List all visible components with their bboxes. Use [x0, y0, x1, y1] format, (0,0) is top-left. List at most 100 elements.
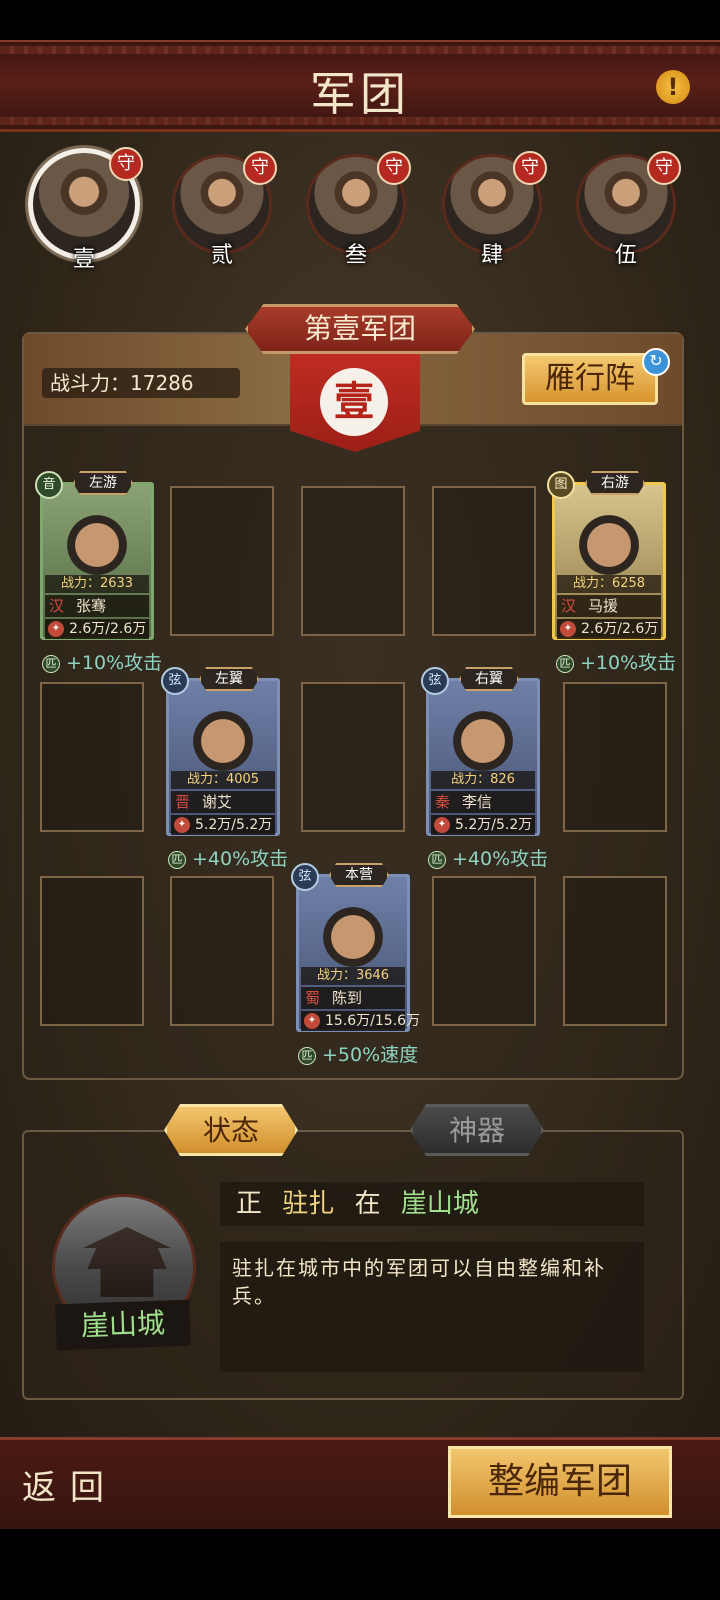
- troop-value: 2.6万/2.6万: [69, 621, 147, 637]
- general-name: 李信: [462, 793, 493, 811]
- general-buff: 匹 +10%攻击: [42, 648, 162, 675]
- position-tag: 右游: [585, 471, 645, 495]
- general-name-bar: 汉马援: [557, 595, 661, 617]
- general-power: 战力：2633: [45, 575, 149, 593]
- troop-value: 15.6万/15.6万: [325, 1013, 421, 1029]
- general-power: 战力：6258: [557, 575, 661, 593]
- buff-text: +40%攻击: [192, 848, 289, 870]
- garrison-badge: 守: [647, 151, 681, 185]
- general-name-bar: 秦李信: [431, 791, 535, 813]
- legion-numeral: 叁: [344, 243, 368, 268]
- general-buff: 匹 +10%攻击: [556, 648, 676, 675]
- status-prefix: 正: [236, 1189, 263, 1219]
- city-name: 崖山城: [55, 1299, 191, 1351]
- general-power: 战力：3646: [301, 967, 405, 985]
- legion-tab-4[interactable]: 守 肆: [442, 151, 547, 268]
- buff-icon: 匹: [298, 1047, 316, 1065]
- fret-border: [0, 46, 720, 54]
- info-icon[interactable]: !: [656, 70, 690, 104]
- troop-count: ✦ 5.2万/5.2万: [431, 815, 535, 835]
- general-buff: 匹 +50%速度: [298, 1040, 418, 1067]
- legion-tab-1[interactable]: 守 壹: [28, 147, 143, 272]
- general-card-ma-yuan[interactable]: 图 右游 战力：6258 汉马援 ✦ 2.6万/2.6万: [547, 471, 666, 640]
- general-card-zhang-qian[interactable]: 音 左游 战力：2633 汉张骞 ✦ 2.6万/2.6万: [35, 471, 154, 640]
- troop-icon: ✦: [434, 817, 450, 833]
- troop-value: 5.2万/5.2万: [195, 817, 273, 833]
- back-button[interactable]: 返回: [22, 1460, 118, 1509]
- formation-slot[interactable]: [301, 682, 405, 832]
- general-name: 谢艾: [202, 793, 233, 811]
- position-tag: 右翼: [459, 667, 519, 691]
- troop-value: 2.6万/2.6万: [581, 621, 659, 637]
- garrison-badge: 守: [243, 151, 277, 185]
- general-name: 陈到: [332, 989, 363, 1007]
- buff-icon: 匹: [556, 655, 574, 673]
- status-line: 正 驻扎 在 崖山城: [220, 1182, 644, 1226]
- formation-slot[interactable]: [40, 682, 144, 832]
- formation-button[interactable]: 雁行阵: [522, 353, 658, 405]
- formation-slot[interactable]: [432, 876, 536, 1026]
- general-name: 张骞: [76, 597, 107, 615]
- garrison-badge: 守: [377, 151, 411, 185]
- position-tag: 本营: [329, 863, 389, 887]
- formation-slot[interactable]: [40, 876, 144, 1026]
- general-card-xie-ai[interactable]: 弦 左翼 战力：4005 晋谢艾 ✦ 5.2万/5.2万: [161, 667, 280, 836]
- legion-numeral: 伍: [614, 243, 638, 268]
- tab-status[interactable]: 状态: [164, 1104, 298, 1156]
- general-buff: 匹 +40%攻击: [168, 844, 288, 871]
- status-city: 崖山城: [400, 1189, 479, 1219]
- buff-text: +10%攻击: [66, 652, 163, 674]
- refresh-icon[interactable]: ↻: [642, 348, 670, 376]
- legion-tab-2[interactable]: 守 贰: [172, 151, 277, 268]
- general-card-li-xin[interactable]: 弦 右翼 战力：826 秦李信 ✦ 5.2万/5.2万: [421, 667, 540, 836]
- state-tag: 汉: [561, 597, 577, 615]
- general-power: 战力：826: [431, 771, 535, 789]
- legion-numeral: 壹: [72, 247, 96, 272]
- combat-power: 战斗力：17286: [42, 368, 240, 398]
- legion-screen: 军团 ! 守 壹 守 贰 守 叁 守 肆 守 伍 战斗力：17286 壹 第壹军…: [0, 0, 720, 1600]
- garrison-badge: 守: [513, 151, 547, 185]
- state-tag: 蜀: [305, 989, 321, 1007]
- troop-count: ✦ 5.2万/5.2万: [171, 815, 275, 835]
- state-tag: 汉: [49, 597, 65, 615]
- buff-text: +50%速度: [322, 1044, 419, 1066]
- troop-count: ✦ 15.6万/15.6万: [301, 1011, 420, 1031]
- state-tag: 晋: [175, 793, 191, 811]
- status-action: 驻扎: [282, 1189, 335, 1219]
- troop-count: ✦ 2.6万/2.6万: [557, 619, 661, 639]
- formation-slot[interactable]: [563, 682, 667, 832]
- title-bar: 军团 !: [0, 40, 720, 132]
- formation-slot[interactable]: [301, 486, 405, 636]
- state-tag: 秦: [435, 793, 451, 811]
- reorganize-button[interactable]: 整编军团: [448, 1446, 672, 1518]
- legion-name: 第壹军团: [245, 304, 475, 354]
- tab-artifact[interactable]: 神器: [410, 1104, 544, 1156]
- general-name: 马援: [588, 597, 619, 615]
- general-power: 战力：4005: [171, 771, 275, 789]
- formation-slot[interactable]: [170, 486, 274, 636]
- position-tag: 左游: [73, 471, 133, 495]
- formation-slot[interactable]: [563, 876, 667, 1026]
- unit-type-icon: 音: [35, 471, 63, 499]
- page-title: 军团: [310, 67, 410, 121]
- legion-tab-5[interactable]: 守 伍: [576, 151, 681, 268]
- legion-numeral: 肆: [480, 243, 504, 268]
- unit-type-icon: 弦: [161, 667, 189, 695]
- unit-type-icon: 图: [547, 471, 575, 499]
- formation-slot[interactable]: [170, 876, 274, 1026]
- buff-text: +40%攻击: [452, 848, 549, 870]
- legion-seal: 壹: [320, 368, 388, 436]
- general-name-bar: 汉张骞: [45, 595, 149, 617]
- buff-icon: 匹: [168, 851, 186, 869]
- legion-numeral: 贰: [210, 243, 234, 268]
- main-area: 守 壹 守 贰 守 叁 守 肆 守 伍 战斗力：17286 壹 第壹军团 雁行阵…: [0, 132, 720, 1437]
- formation-slot[interactable]: [432, 486, 536, 636]
- pagoda-icon: [83, 1227, 171, 1297]
- troop-value: 5.2万/5.2万: [455, 817, 533, 833]
- status-description: 驻扎在城市中的军团可以自由整编和补兵。: [220, 1242, 644, 1372]
- legion-tab-3[interactable]: 守 叁: [306, 151, 411, 268]
- general-card-chen-dao[interactable]: 弦 本营 战力：3646 蜀陈到 ✦ 15.6万/15.6万: [291, 863, 420, 1032]
- fret-border: [0, 117, 720, 125]
- general-name-bar: 蜀陈到: [301, 987, 405, 1009]
- unit-type-icon: 弦: [421, 667, 449, 695]
